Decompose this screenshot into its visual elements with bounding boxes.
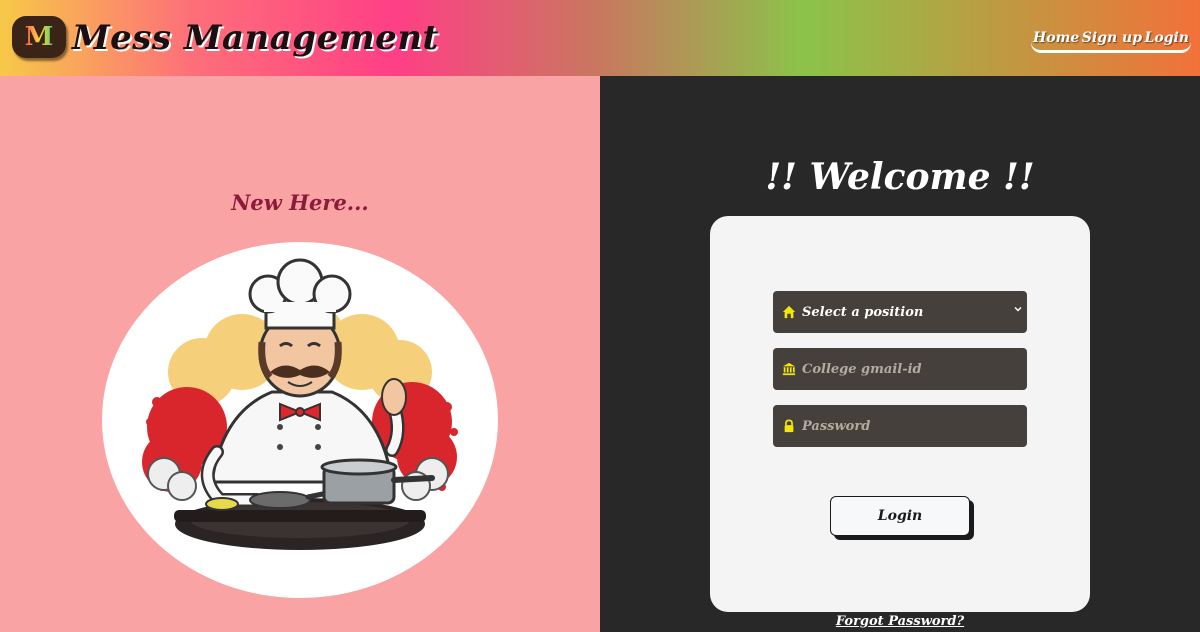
password-field[interactable]: Password bbox=[773, 405, 1027, 447]
email-field[interactable]: College gmail-id bbox=[773, 348, 1027, 390]
bank-icon bbox=[782, 362, 796, 376]
right-panel: !! Welcome !! Select a position College … bbox=[600, 76, 1200, 632]
email-field-placeholder: College gmail-id bbox=[802, 361, 922, 377]
logo-letter: M bbox=[24, 22, 54, 52]
login-card: Select a position College gmail-id Passw… bbox=[710, 216, 1090, 612]
nav-login-link[interactable]: Login bbox=[1145, 30, 1189, 46]
left-panel: New Here... bbox=[0, 76, 600, 632]
top-nav: Home Sign up Login bbox=[1031, 26, 1191, 52]
top-header: M Mess Management Home Sign up Login bbox=[0, 0, 1200, 76]
chef-illustration bbox=[102, 242, 498, 598]
password-field-placeholder: Password bbox=[802, 418, 871, 434]
nav-signup-link[interactable]: Sign up bbox=[1082, 30, 1142, 46]
brand-title: Mess Management bbox=[72, 18, 439, 58]
position-select[interactable]: Select a position bbox=[773, 291, 1027, 333]
forgot-password-link[interactable]: Forgot Password? bbox=[600, 614, 1200, 629]
lock-icon bbox=[784, 419, 794, 433]
nav-home-link[interactable]: Home bbox=[1033, 30, 1079, 46]
chevron-down-icon bbox=[1014, 306, 1022, 312]
position-select-value: Select a position bbox=[802, 304, 924, 320]
login-button[interactable]: Login bbox=[830, 496, 970, 536]
home-icon bbox=[782, 305, 796, 319]
chef-illustration-art bbox=[142, 258, 458, 550]
new-here-heading: New Here... bbox=[231, 190, 369, 215]
app-logo[interactable]: M bbox=[12, 16, 66, 58]
welcome-title: !! Welcome !! bbox=[765, 156, 1035, 198]
